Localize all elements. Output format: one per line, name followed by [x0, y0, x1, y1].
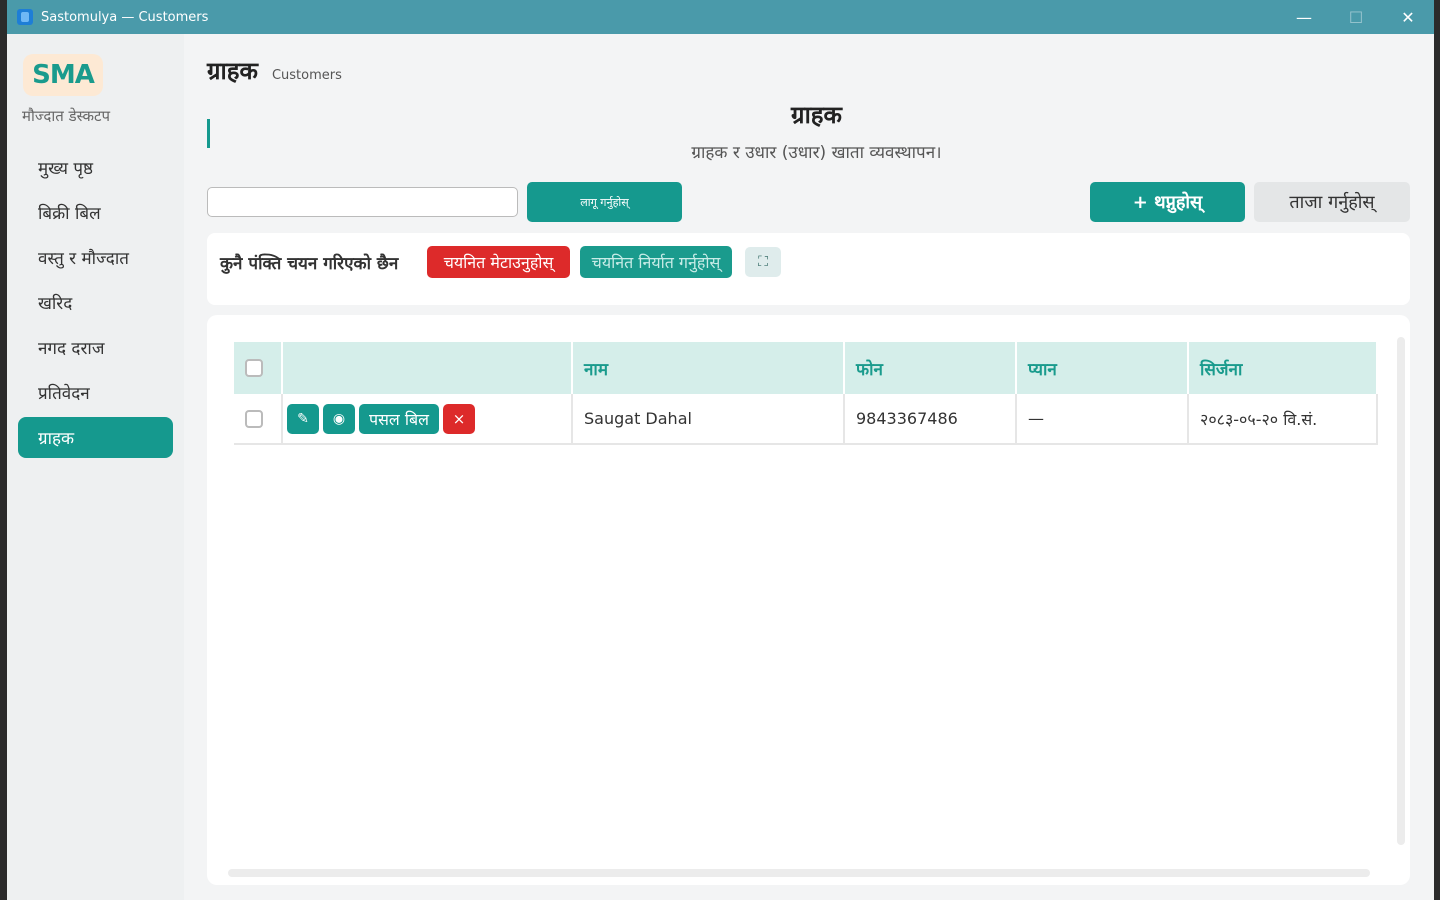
- vertical-scrollbar[interactable]: [1397, 337, 1405, 845]
- logo-text: SMA: [32, 60, 95, 90]
- cell-pan: —: [1016, 394, 1189, 445]
- main-content: ग्राहक Customers ग्राहक ग्राहक र उधार (उ…: [184, 34, 1434, 900]
- close-icon: ×: [452, 409, 466, 428]
- close-button[interactable]: ✕: [1382, 0, 1434, 34]
- delete-row-button[interactable]: ×: [443, 403, 475, 434]
- selection-panel: कुनै पंक्ति चयन गरिएको छैन चयनित मेटाउनु…: [207, 233, 1410, 305]
- fullscreen-button[interactable]: ⛶: [745, 247, 781, 277]
- column-header-created[interactable]: सिर्जना: [1188, 342, 1378, 394]
- sidebar: SMA मौज्दात डेस्कटप मुख्य पृष्ठ बिक्री ब…: [7, 34, 184, 900]
- sidebar-nav: मुख्य पृष्ठ बिक्री बिल वस्तु र मौज्दात ख…: [18, 147, 173, 462]
- sidebar-item-inventory[interactable]: वस्तु र मौज्दात: [18, 237, 173, 278]
- app-icon: [17, 9, 33, 25]
- app-window: Sastomulya — Customers — ☐ ✕ SMA मौज्दात…: [7, 0, 1434, 900]
- minimize-button[interactable]: —: [1278, 0, 1330, 34]
- page-subtitle: Customers: [271, 68, 342, 83]
- logo: SMA: [23, 54, 103, 96]
- view-icon: ◉: [332, 410, 346, 427]
- table-row[interactable]: ✎ ◉ पसल बिल × Saugat Dahal 9843367486 — …: [234, 394, 1378, 445]
- page-header: ग्राहक Customers: [207, 54, 342, 87]
- page-title: ग्राहक: [207, 57, 258, 85]
- shop-bill-button[interactable]: पसल बिल: [359, 403, 439, 434]
- cell-created: २०८३-०५-२० वि.सं.: [1188, 394, 1378, 445]
- sidebar-item-purchase[interactable]: खरिद: [18, 282, 173, 323]
- window-title: Sastomulya — Customers: [41, 9, 209, 25]
- cell-name: Saugat Dahal: [572, 394, 845, 445]
- customers-table-panel: नाम फोन प्यान सिर्जना ✎ ◉ पसल बिल × Saug…: [207, 315, 1410, 885]
- sidebar-item-home[interactable]: मुख्य पृष्ठ: [18, 147, 173, 188]
- table-header-row: नाम फोन प्यान सिर्जना: [234, 342, 1378, 394]
- search-input[interactable]: [207, 187, 518, 217]
- column-header-name[interactable]: नाम: [572, 342, 845, 394]
- edit-button[interactable]: ✎: [287, 403, 319, 434]
- apply-button[interactable]: लागू गर्नुहोस्: [527, 182, 682, 222]
- refresh-button[interactable]: ताजा गर्नुहोस्: [1254, 182, 1410, 222]
- column-header-pan[interactable]: प्यान: [1016, 342, 1189, 394]
- section-description: ग्राहक र उधार (उधार) खाता व्यवस्थापन।: [691, 143, 942, 163]
- column-header-phone[interactable]: फोन: [844, 342, 1017, 394]
- edit-icon: ✎: [297, 410, 309, 427]
- selection-status: कुनै पंक्ति चयन गरिएको छैन: [220, 254, 399, 274]
- add-customer-button[interactable]: + थप्नुहोस्: [1090, 182, 1245, 222]
- export-selected-button[interactable]: चयनित निर्यात गर्नुहोस्: [580, 246, 732, 278]
- select-all-checkbox[interactable]: [245, 359, 263, 377]
- delete-selected-button[interactable]: चयनित मेटाउनुहोस्: [427, 246, 570, 278]
- customers-table: नाम फोन प्यान सिर्जना ✎ ◉ पसल बिल × Saug…: [234, 342, 1378, 445]
- fullscreen-icon: ⛶: [758, 254, 768, 270]
- maximize-button[interactable]: ☐: [1330, 0, 1382, 34]
- actions-header: [282, 342, 573, 394]
- section-title: ग्राहक: [791, 101, 842, 129]
- cell-phone: 9843367486: [844, 394, 1017, 445]
- select-all-header: [234, 342, 283, 394]
- sidebar-item-reports[interactable]: प्रतिवेदन: [18, 372, 173, 413]
- title-bar: Sastomulya — Customers — ☐ ✕: [7, 0, 1434, 34]
- row-actions-cell: ✎ ◉ पसल बिल ×: [282, 394, 573, 445]
- sidebar-item-cash-drawer[interactable]: नगद दराज: [18, 327, 173, 368]
- view-button[interactable]: ◉: [323, 403, 355, 434]
- sidebar-item-sales-bill[interactable]: बिक्री बिल: [18, 192, 173, 233]
- app-caption: मौज्दात डेस्कटप: [22, 107, 111, 125]
- sidebar-item-customers[interactable]: ग्राहक: [18, 417, 173, 458]
- horizontal-scrollbar[interactable]: [228, 869, 1370, 877]
- row-select-cell: [234, 394, 283, 445]
- row-checkbox[interactable]: [245, 410, 263, 429]
